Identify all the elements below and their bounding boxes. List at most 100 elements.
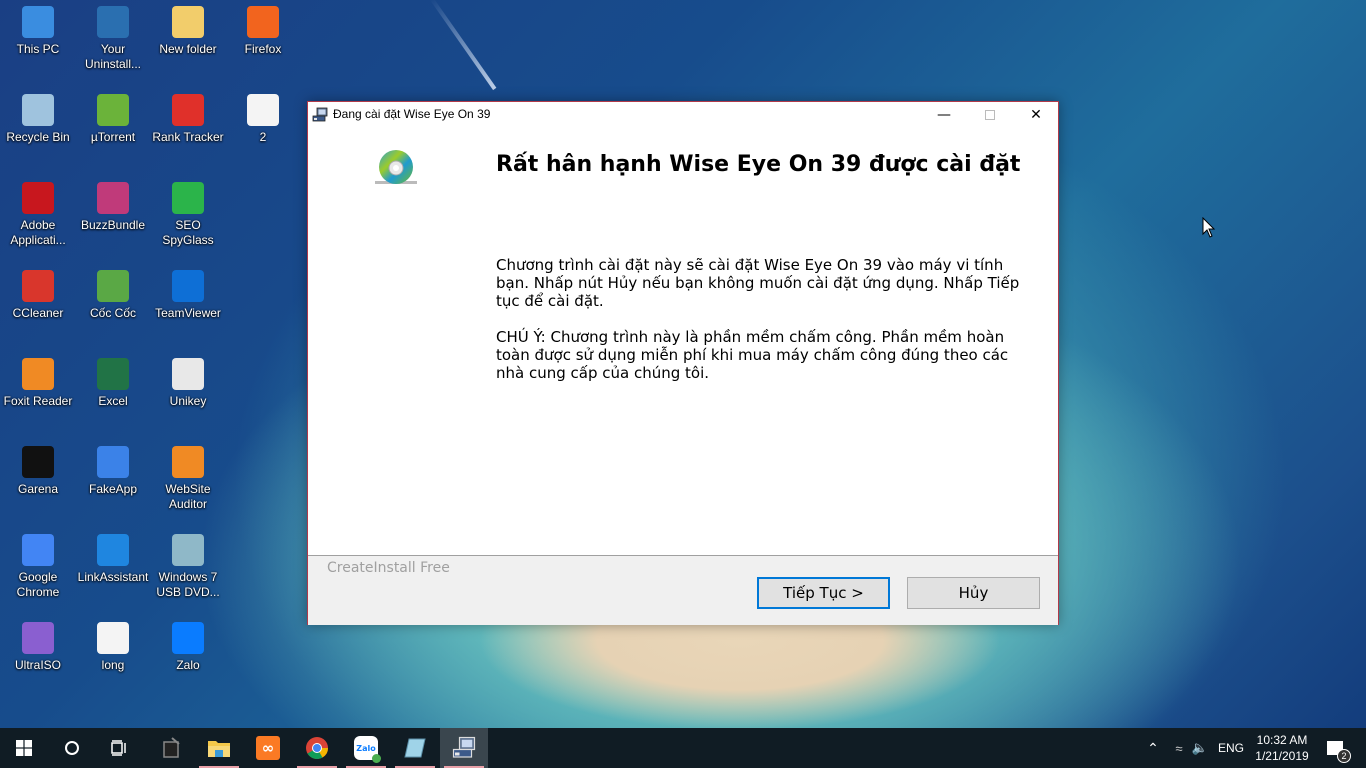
fakeapp-icon: [97, 446, 129, 478]
rank-tracker-icon: [172, 94, 204, 126]
mouse-cursor-icon: [1202, 217, 1216, 238]
createinstall-brand: CreateInstall Free: [327, 560, 450, 576]
taskbar: ∞ Zalo ⌃ ≈ 🔈 ENG 10:32 AM 1/21/2019 2: [0, 728, 1366, 768]
desktop-icon[interactable]: Garena: [0, 446, 76, 497]
desktop-icon[interactable]: Adobe Applicati...: [0, 182, 76, 248]
install-notice: CHÚ Ý: Chương trình này là phần mềm chấm…: [496, 328, 1009, 382]
cancel-button[interactable]: Hủy: [907, 577, 1040, 609]
taskbar-app-notepad[interactable]: [147, 728, 195, 768]
clock[interactable]: 10:32 AM 1/21/2019: [1250, 732, 1314, 764]
computer-icon: [22, 6, 54, 38]
desktop-icon-label: Windows 7 USB DVD...: [156, 570, 220, 599]
desktop-icon-label: Garena: [17, 482, 59, 496]
desktop-icon[interactable]: Your Uninstall...: [75, 6, 151, 72]
desktop-icon[interactable]: Recycle Bin: [0, 94, 76, 145]
minimize-icon: —: [937, 107, 951, 123]
buzzbundle-icon: [97, 182, 129, 214]
show-hidden-icons-button[interactable]: ⌃: [1143, 728, 1163, 768]
desktop-icon[interactable]: WebSite Auditor: [150, 446, 226, 512]
coccoc-icon: [97, 270, 129, 302]
desktop-icon[interactable]: 2: [225, 94, 301, 145]
next-button[interactable]: Tiếp Tục >: [757, 577, 890, 609]
desktop-icon[interactable]: long: [75, 622, 151, 673]
search-button[interactable]: [48, 728, 96, 768]
desktop-icon[interactable]: Windows 7 USB DVD...: [150, 534, 226, 600]
desktop-icon-label: Google Chrome: [16, 570, 60, 599]
desktop-icon-label: 2: [259, 130, 267, 144]
taskbar-app-zalo[interactable]: Zalo: [342, 728, 390, 768]
firefox-icon: [247, 6, 279, 38]
desktop-icon-label: FakeApp: [88, 482, 138, 496]
desktop-icon[interactable]: Excel: [75, 358, 151, 409]
desktop-icon[interactable]: Zalo: [150, 622, 226, 673]
zalo-icon: Zalo: [354, 736, 381, 763]
desktop-icon[interactable]: New folder: [150, 6, 226, 57]
desktop-icon-label: CCleaner: [12, 306, 64, 320]
desktop-icon[interactable]: Rank Tracker: [150, 94, 226, 145]
desktop-icon[interactable]: SEO SpyGlass: [150, 182, 226, 248]
zalo-icon: [172, 622, 204, 654]
install-description: Chương trình cài đặt này sẽ cài đặt Wise…: [496, 256, 1020, 310]
window-footer: CreateInstall Free Tiếp Tục > Hủy: [308, 555, 1058, 625]
task-view-button[interactable]: [96, 728, 144, 768]
desktop-icon[interactable]: BuzzBundle: [75, 182, 151, 233]
desktop-icon-label: Rank Tracker: [152, 130, 224, 144]
seo-spyglass-icon: [172, 182, 204, 214]
uninstaller-icon: [97, 6, 129, 38]
desktop-icon-label: TeamViewer: [155, 306, 221, 320]
desktop-icon[interactable]: µTorrent: [75, 94, 151, 145]
notepad-app-icon: [163, 737, 180, 758]
wallpaper-streak: [430, 0, 497, 91]
minimize-button[interactable]: —: [921, 102, 967, 128]
desktop-icon-label: Unikey: [169, 394, 207, 408]
file-explorer-icon: [208, 741, 230, 757]
desktop-icon[interactable]: TeamViewer: [150, 270, 226, 321]
maximize-icon: [985, 110, 995, 120]
desktop-icon[interactable]: UltraISO: [0, 622, 76, 673]
xampp-icon: ∞: [256, 736, 280, 760]
welcome-heading: Rất hân hạnh Wise Eye On 39 được cài đặt: [496, 152, 1021, 177]
desktop-icon-label: BuzzBundle: [80, 218, 146, 232]
language-indicator[interactable]: ENG: [1216, 728, 1246, 768]
desktop-icon[interactable]: Foxit Reader: [0, 358, 76, 409]
desktop-icon[interactable]: Firefox: [225, 6, 301, 57]
window-titlebar[interactable]: Đang cài đặt Wise Eye On 39 — ✕: [308, 102, 1058, 128]
clock-time: 10:32 AM: [1256, 733, 1308, 747]
taskbar-app-file-explorer[interactable]: [195, 728, 243, 768]
taskbar-app-notebook[interactable]: [391, 728, 439, 768]
desktop-icon[interactable]: Google Chrome: [0, 534, 76, 600]
folder-icon: [172, 6, 204, 38]
text-file-icon: [247, 94, 279, 126]
desktop-icon[interactable]: FakeApp: [75, 446, 151, 497]
maximize-button[interactable]: [967, 102, 1013, 128]
desktop-icon-label: Zalo: [176, 658, 200, 672]
desktop-icon-label: Excel: [98, 394, 128, 408]
desktop-icon-label: µTorrent: [90, 130, 136, 144]
network-button[interactable]: ≈: [1170, 728, 1188, 768]
taskbar-app-xampp[interactable]: ∞: [244, 728, 292, 768]
chrome-icon: [306, 737, 328, 759]
desktop-icon[interactable]: LinkAssistant: [75, 534, 151, 585]
desktop-icon-label: Cốc Cốc: [89, 306, 136, 320]
volume-button[interactable]: 🔈: [1190, 728, 1210, 768]
notebook-icon: [404, 738, 426, 758]
ccleaner-icon: [22, 270, 54, 302]
desktop-icon[interactable]: This PC: [0, 6, 76, 57]
desktop-icon-label: Adobe Applicati...: [10, 218, 66, 247]
desktop-icon[interactable]: Unikey: [150, 358, 226, 409]
task-view-icon: [111, 740, 126, 756]
close-button[interactable]: ✕: [1013, 102, 1059, 128]
desktop-icon[interactable]: Cốc Cốc: [75, 270, 151, 321]
desktop-icon-label: SEO SpyGlass: [162, 218, 214, 247]
unikey-icon: [172, 358, 204, 390]
desktop-icon-label: Firefox: [244, 42, 282, 56]
installer-app-icon: [312, 107, 328, 122]
taskbar-app-chrome[interactable]: [293, 728, 341, 768]
action-center-button[interactable]: 2: [1320, 728, 1351, 768]
desktop-icon[interactable]: CCleaner: [0, 270, 76, 321]
taskbar-app-installer[interactable]: [440, 728, 488, 768]
start-button[interactable]: [0, 728, 48, 768]
garena-icon: [22, 446, 54, 478]
image-file-icon: [97, 622, 129, 654]
close-icon: ✕: [1030, 107, 1042, 123]
